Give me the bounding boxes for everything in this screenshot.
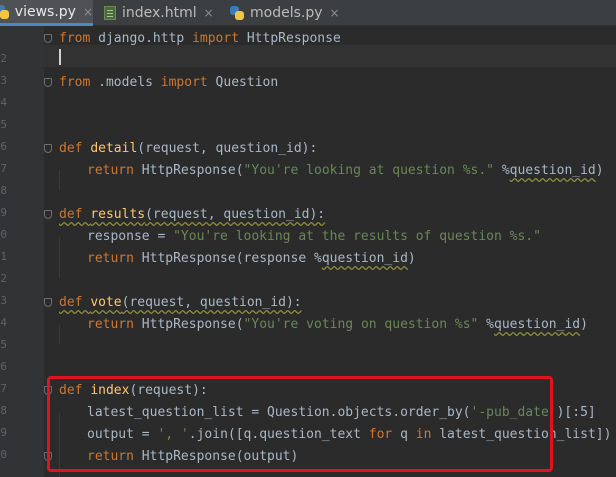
line-number: 7: [0, 382, 7, 395]
function-name: vote: [90, 295, 122, 310]
text-caret: [59, 49, 61, 65]
code-line-results-return[interactable]: return HttpResponse(response %question_i…: [87, 248, 416, 270]
line-number: 6: [0, 140, 7, 153]
code-text: HttpResponse(response %: [133, 251, 322, 266]
line-number: 0: [0, 448, 7, 461]
code-line-3[interactable]: from .models import Question: [59, 72, 278, 94]
code-text: ): [580, 317, 588, 332]
line-number: [0, 26, 7, 48]
code-text: ): [595, 163, 604, 178]
line-number: 8: [0, 404, 7, 417]
code-text: django.http: [90, 31, 193, 46]
function-name: results: [90, 207, 146, 222]
keyword-import: import: [192, 31, 240, 46]
python-file-icon: [230, 6, 244, 20]
code-text: Question: [207, 75, 279, 90]
line-number: 6: [0, 360, 7, 373]
keyword-return: return: [87, 317, 134, 332]
code-line-results-response[interactable]: response = "You're looking at the result…: [87, 226, 541, 248]
line-number: 3: [0, 74, 7, 87]
fold-marker-icon[interactable]: [44, 210, 52, 219]
code-line-detail-return[interactable]: return HttpResponse("You're looking at q…: [87, 160, 604, 182]
code-text: response =: [87, 229, 174, 244]
keyword-return: return: [87, 163, 134, 178]
fold-marker-icon[interactable]: [44, 144, 52, 153]
function-name: detail: [90, 141, 138, 156]
code-text: )[:5]: [556, 405, 596, 420]
line-number: 9: [0, 426, 7, 439]
indent-guide: [59, 236, 60, 278]
line-number: 2: [0, 272, 7, 285]
code-text: question_id: [321, 251, 408, 266]
code-text: %: [478, 317, 495, 332]
editor-tab-bar: views.py × index.html × models.py ×: [0, 0, 616, 26]
html-file-icon: [104, 6, 116, 20]
line-number: 2: [0, 52, 7, 65]
tab-index-html[interactable]: index.html ×: [104, 0, 218, 26]
line-number: 7: [0, 162, 7, 175]
fold-marker-icon[interactable]: [44, 34, 52, 43]
line-number-gutter: 2 3 4 5 6 7 8 9 0 1 2 3 4 5 6 7 8 9 0: [0, 26, 44, 477]
python-file-icon: [0, 4, 9, 19]
tab-models-py[interactable]: models.py ×: [230, 0, 340, 26]
code-text: %: [494, 163, 510, 178]
keyword-def: def: [59, 207, 91, 222]
string-literal: "You're looking at question %s.": [243, 163, 494, 178]
code-text: HttpResponse(: [133, 317, 244, 332]
tab-label: index.html: [122, 5, 197, 21]
close-icon[interactable]: ×: [204, 6, 214, 20]
code-text: (request, question_id):: [121, 295, 302, 310]
fold-marker-icon[interactable]: [44, 78, 52, 87]
line-number: 5: [0, 338, 7, 351]
keyword-from: from: [59, 75, 91, 90]
code-text: ): [407, 251, 416, 266]
tab-label: views.py: [14, 3, 76, 20]
code-line-vote-def[interactable]: def vote(request, question_id):: [59, 292, 302, 314]
close-icon[interactable]: ×: [330, 6, 340, 20]
code-text: question_id: [509, 163, 596, 178]
line-number: 0: [0, 228, 7, 241]
code-text: .models: [90, 75, 161, 90]
line-number: 9: [0, 206, 7, 219]
code-text: HttpResponse(: [133, 163, 244, 178]
line-number: 3: [0, 294, 7, 307]
indent-guide: [59, 170, 60, 190]
indent-guide: [59, 324, 60, 344]
keyword-import: import: [160, 75, 208, 90]
keyword-def: def: [59, 295, 91, 310]
code-line-detail-def[interactable]: def detail(request, question_id):: [59, 138, 317, 160]
tab-views-py[interactable]: views.py ×: [0, 0, 93, 26]
string-literal: "You're voting on question %s": [243, 317, 479, 332]
string-literal: "You're looking at the results of questi…: [173, 229, 541, 244]
close-icon[interactable]: ×: [83, 5, 93, 19]
code-text: question_id: [494, 317, 581, 332]
code-line-1[interactable]: from django.http import HttpResponse: [59, 28, 341, 50]
line-number: 8: [0, 184, 7, 197]
code-text: HttpResponse: [239, 31, 341, 46]
keyword-return: return: [87, 251, 134, 266]
tab-label: models.py: [250, 5, 323, 21]
code-text: (request, question_id):: [145, 207, 326, 222]
code-line-vote-return[interactable]: return HttpResponse("You're voting on qu…: [87, 314, 588, 336]
line-number: 5: [0, 118, 7, 131]
highlight-annotation-box: [47, 376, 553, 472]
line-number: 4: [0, 316, 7, 329]
code-text: (request, question_id):: [137, 141, 318, 156]
line-number: 1: [0, 250, 7, 263]
keyword-def: def: [59, 141, 91, 156]
fold-marker-icon[interactable]: [44, 298, 52, 307]
code-line-results-def[interactable]: def results(request, question_id):: [59, 204, 325, 226]
keyword-from: from: [59, 31, 91, 46]
line-number: 4: [0, 96, 7, 109]
